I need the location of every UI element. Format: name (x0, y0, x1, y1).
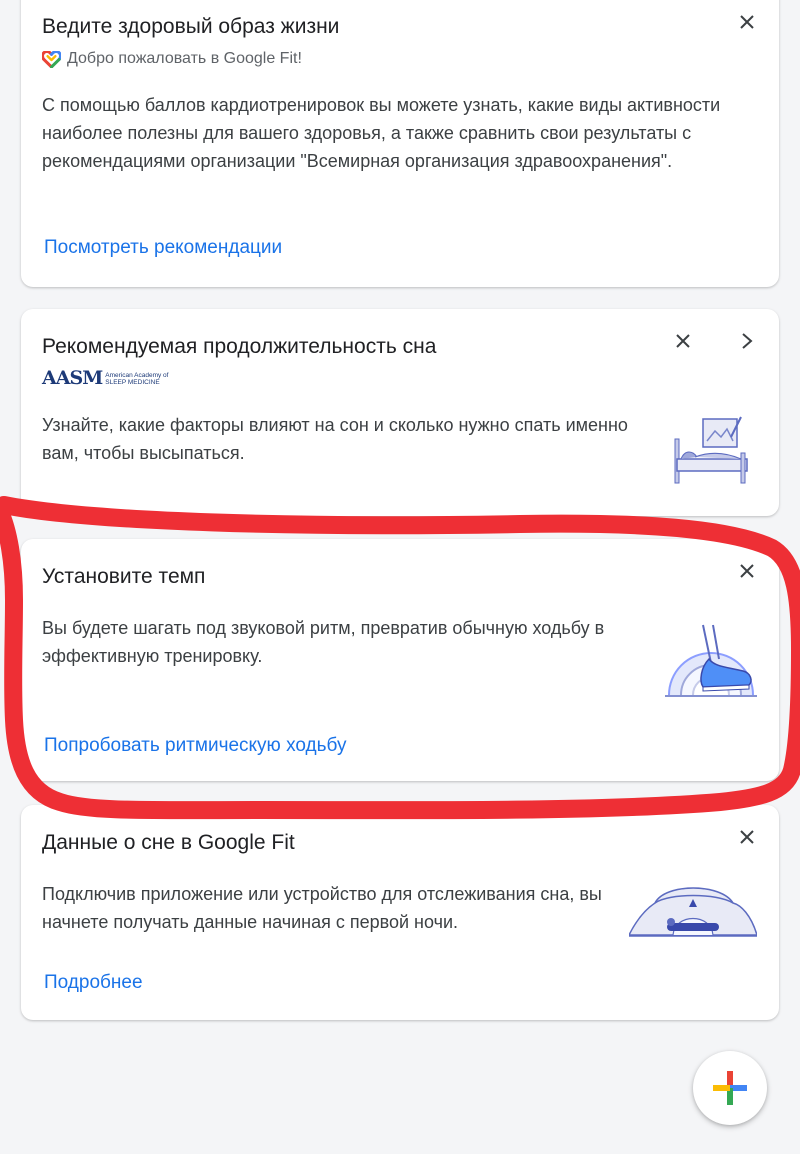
google-fit-heart-icon (41, 49, 62, 68)
close-icon[interactable] (735, 10, 759, 34)
card-body: Подключив приложение или устройство для … (42, 884, 602, 932)
card-title: Данные о сне в Google Fit (42, 831, 295, 854)
add-icon (712, 1070, 748, 1106)
card-body: Узнайте, какие факторы влияют на сон и с… (42, 415, 628, 463)
welcome-text: Добро пожаловать в Google Fit! (67, 50, 302, 67)
card-title: Ведите здоровый образ жизни (42, 15, 340, 38)
aasm-logo: AASM American Academy of SLEEP MEDICINE (42, 367, 169, 389)
tent-sleep-illustration (627, 873, 759, 944)
welcome-row: Добро пожаловать в Google Fit! (41, 49, 302, 68)
card-title: Установите темп (42, 565, 206, 588)
learn-more-link[interactable]: Подробнее (44, 972, 143, 994)
card-set-pace[interactable]: Установите темп Вы будете шагать под зву… (21, 539, 779, 781)
close-icon[interactable] (735, 559, 759, 583)
card-sleep-duration[interactable]: Рекомендуемая продолжительность сна AASM… (21, 309, 779, 516)
walking-shoe-illustration (665, 623, 757, 704)
card-body: Вы будете шагать под звуковой ритм, прев… (42, 618, 605, 666)
try-rhythmic-walking-link[interactable]: Попробовать ритмическую ходьбу (44, 735, 346, 757)
card-body: С помощью баллов кардиотренировок вы мож… (42, 95, 721, 171)
card-healthy-lifestyle[interactable]: Ведите здоровый образ жизни Добро пожало… (21, 0, 779, 287)
card-sleep-data[interactable]: Данные о сне в Google Fit Подключив прил… (21, 805, 779, 1020)
add-button[interactable] (693, 1051, 767, 1125)
view-recommendations-link[interactable]: Посмотреть рекомендации (44, 237, 282, 259)
card-title: Рекомендуемая продолжительность сна (42, 335, 437, 358)
sleep-bed-illustration (671, 415, 753, 492)
chevron-right-icon[interactable] (735, 329, 759, 353)
close-icon[interactable] (735, 825, 759, 849)
close-icon[interactable] (671, 329, 695, 353)
